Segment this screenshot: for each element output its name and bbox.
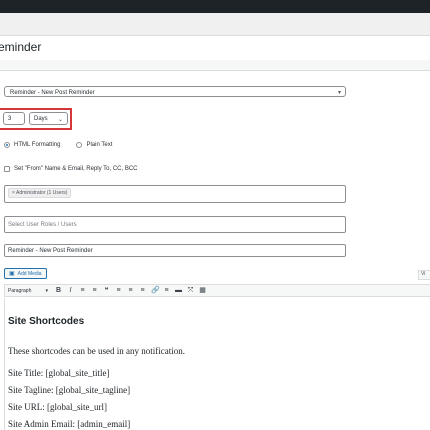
subject-value: Reminder - New Post Reminder — [8, 248, 93, 254]
paragraph-format-select[interactable]: Paragraph ▾ — [8, 288, 50, 294]
number-input-value: 3 — [8, 116, 12, 122]
format-options: HTML Formatting Plain Text — [4, 142, 112, 148]
radio-plain-text[interactable] — [76, 142, 83, 148]
bold-button[interactable]: B — [55, 287, 62, 295]
recipients-field[interactable]: × Administrator (1 Users) — [4, 185, 346, 203]
from-settings-row: Set "From" Name & Email, Reply To, CC, B… — [4, 166, 138, 172]
title-text: eminder — [0, 40, 42, 54]
add-media-button[interactable]: ▣ Add Media — [4, 268, 47, 279]
align-right-icon[interactable]: ≡ — [139, 287, 146, 295]
unit-select-value: Days — [34, 116, 48, 122]
read-more-icon[interactable]: ≡ — [163, 287, 170, 295]
tab-visual-label: Vi — [421, 271, 426, 277]
notification-select[interactable]: Reminder - New Post Reminder ▾ — [4, 86, 346, 97]
from-settings-label: Set "From" Name & Email, Reply To, CC, B… — [14, 166, 138, 172]
content-line: Site URL: [global_site_url] — [8, 402, 107, 412]
tab-visual[interactable]: Vi — [418, 270, 430, 280]
notification-select-value: Reminder - New Post Reminder — [10, 90, 95, 96]
numbered-list-icon[interactable]: ≡ — [91, 287, 98, 295]
align-left-icon[interactable]: ≡ — [115, 287, 122, 295]
radio-label-plain: Plain Text — [86, 142, 113, 148]
editor-toolbar: Paragraph ▾ B I ≡ ≡ ❝ ≡ ≡ ≡ 🔗 ≡ ▬ ⤧ ▦ — [4, 284, 430, 297]
from-settings-checkbox[interactable] — [4, 166, 10, 172]
editor-content[interactable]: Site Shortcodes These shortcodes can be … — [4, 298, 430, 430]
italic-button[interactable]: I — [67, 287, 74, 295]
user-roles-placeholder: Select User Roles / Users — [8, 222, 77, 228]
paragraph-format-value: Paragraph — [8, 287, 32, 294]
fullscreen-icon[interactable]: ⤧ — [187, 287, 194, 295]
user-roles-input[interactable]: Select User Roles / Users — [4, 216, 346, 233]
chevron-down-icon: ▾ — [337, 90, 341, 96]
number-input[interactable]: 3 — [3, 112, 25, 125]
chevron-down-icon: ⌄ — [57, 117, 63, 123]
bullet-list-icon[interactable]: ≡ — [79, 287, 86, 295]
admin-top-bar — [0, 0, 430, 13]
recipient-tag-administrator[interactable]: × Administrator (1 Users) — [8, 188, 72, 198]
content-heading: Site Shortcodes — [8, 316, 85, 327]
radio-html-formatting[interactable] — [4, 142, 10, 148]
chevron-down-icon: ▾ — [45, 287, 48, 294]
toolbar-toggle-icon[interactable]: ▦ — [199, 287, 206, 295]
content-line: Site Title: [global_site_title] — [8, 368, 110, 378]
section-divider — [0, 60, 430, 71]
radio-label-html: HTML Formatting — [14, 142, 61, 148]
link-icon[interactable]: 🔗 — [151, 287, 160, 295]
content-line: Site Tagline: [global_site_tagline] — [8, 385, 131, 395]
unit-select[interactable]: Days ⌄ — [29, 112, 68, 125]
subject-input[interactable]: Reminder - New Post Reminder — [4, 244, 346, 257]
media-icon: ▣ — [9, 271, 15, 277]
content-intro: These shortcodes can be used in any noti… — [8, 346, 185, 356]
align-center-icon[interactable]: ≡ — [127, 287, 134, 295]
title-field[interactable]: eminder — [0, 35, 430, 61]
content-line: Site Admin Email: [admin_email] — [8, 419, 131, 429]
horizontal-line-icon[interactable]: ▬ — [175, 287, 182, 295]
blockquote-icon[interactable]: ❝ — [103, 287, 110, 295]
add-media-label: Add Media — [17, 270, 42, 277]
